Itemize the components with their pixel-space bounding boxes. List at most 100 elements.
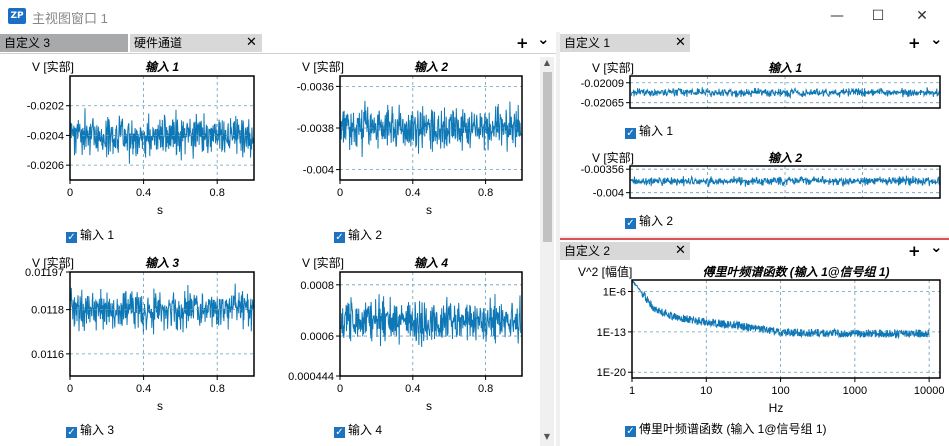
scroll-down-icon[interactable]: ▼ [540,432,554,444]
y-tick-label: -0.02009 [581,78,624,90]
x-tick-label: 0.4 [405,187,420,199]
checkbox-checked-icon[interactable]: ✓ [334,427,345,438]
tab-label: 自定义 1 [564,36,611,50]
x-tick-label: 0.8 [210,187,225,199]
checkbox-checked-icon[interactable]: ✓ [625,218,636,229]
x-tick-label: 0.8 [478,383,493,395]
chevron-down-icon[interactable]: ⌄ [930,30,943,48]
minimize-icon[interactable]: — [825,6,849,26]
y-axis-label: V^2 [幅值] [578,264,632,279]
tab-label: 自定义 2 [564,244,611,258]
x-tick-label: 100 [771,385,789,397]
chevron-down-icon[interactable]: ⌄ [930,238,943,256]
series-line [70,108,254,164]
y-tick-label: 0.0006 [300,331,334,343]
checkbox-checked-icon[interactable]: ✓ [66,427,77,438]
legend-input-4[interactable]: ✓ 输入 4 [334,421,382,438]
plot-title: 傅里叶频谱函数 (输入 1@信号组 1) [702,265,889,279]
x-tick-label: 0 [67,187,73,199]
x-tick-label: 0.4 [136,187,151,199]
x-tick-label: 0 [337,187,343,199]
x-tick-label: 0.8 [210,383,225,395]
plot-frame [69,271,255,377]
y-tick-label: -0.004 [593,188,624,200]
y-tick-label: 0.0008 [300,280,334,292]
right-top-plots-canvas: 输入 1V [实部]-0.02009-0.02065输入 2V [实部]-0.0… [581,60,941,200]
y-tick-label: 0.01197 [25,267,64,279]
checkbox-checked-icon[interactable]: ✓ [625,128,636,139]
legend-r-input-1[interactable]: ✓ 输入 1 [625,122,673,139]
app-logo-icon: ZP [8,8,26,24]
plot-title: 输入 4 [414,256,448,270]
tab-hardware-channel[interactable]: 硬件通道 [130,34,262,52]
y-axis-label: V [实部] [592,60,634,75]
series-line [340,100,522,158]
tab-close-icon[interactable]: ✕ [675,34,686,52]
y-tick-label: 0.0116 [31,349,64,361]
maximize-icon[interactable]: ☐ [866,6,890,26]
x-tick-label: 1 [629,385,635,397]
x-tick-label: 0.8 [478,187,493,199]
y-tick-label: -0.0204 [27,130,64,142]
checkbox-checked-icon[interactable]: ✓ [334,232,345,243]
add-tab-icon[interactable]: + [908,242,921,260]
x-tick-label: 0.4 [136,383,151,395]
legend-input-3[interactable]: ✓ 输入 3 [66,421,114,438]
y-tick-label: -0.02065 [581,98,624,110]
y-tick-label: -0.0036 [297,81,334,93]
y-tick-label: -0.0206 [27,160,64,172]
legend-fft[interactable]: ✓ 傅里叶频谱函数 (输入 1@信号组 1) [625,420,827,437]
legend-r-input-2[interactable]: ✓ 输入 2 [625,212,673,229]
window-titlebar: ZP 主视图窗口 1 — ☐ ✕ [0,0,949,32]
tab-close-icon[interactable]: ✕ [246,34,257,52]
legend-input-1[interactable]: ✓ 输入 1 [66,226,114,243]
x-tick-label: 0 [337,383,343,395]
x-tick-label: 0.4 [405,383,420,395]
y-tick-label: -0.00356 [581,164,624,176]
y-tick-label: 1E-20 [597,367,626,379]
checkbox-checked-icon[interactable]: ✓ [66,232,77,243]
close-icon[interactable]: ✕ [910,6,934,26]
y-tick-label: -0.0202 [27,101,64,113]
tab-label: 硬件通道 [134,36,183,50]
left-plots-canvas: 输入 1 V [实部] -0.0202 -0.0204 -0.0206 0 0.4 0.8 s 输… [25,59,523,413]
y-tick-label: -0.0038 [297,123,334,135]
tab-close-icon[interactable]: ✕ [675,242,686,260]
y-tick-label: -0.004 [303,165,334,177]
y-axis-label: V [实部] [592,150,634,165]
add-tab-icon[interactable]: + [908,34,921,52]
tab-custom-1[interactable]: 自定义 1 [560,34,690,52]
y-tick-label: 1E-6 [603,287,626,299]
x-axis-label: Hz [769,401,784,415]
fft-plot-canvas: 傅里叶频谱函数 (输入 1@信号组 1) V^2 [幅值] 1E-6 1E-13 1E-… [578,264,945,415]
plot-title: 输入 3 [145,256,179,270]
add-tab-icon[interactable]: + [516,34,529,52]
plot-title: 输入 2 [414,60,448,74]
x-axis-label: s [157,203,163,217]
y-tick-label: 0.0118 [31,305,64,317]
checkbox-checked-icon[interactable]: ✓ [625,426,636,437]
y-axis-label: V [实部] [302,255,344,270]
x-tick-label: 0 [67,383,73,395]
tab-custom-3[interactable]: 自定义 3 [0,34,128,52]
y-axis-label: V [实部] [32,59,74,74]
x-tick-label: 10000 [914,385,945,397]
plot-title: 输入 1 [145,60,179,74]
plot-frame [631,279,941,379]
x-tick-label: 10 [700,385,712,397]
plot-title: 输入 1 [768,61,802,75]
series-line [70,283,254,335]
legend-input-2[interactable]: ✓ 输入 2 [334,226,382,243]
y-tick-label: 0.000444 [288,371,334,383]
chevron-down-icon[interactable]: ⌄ [537,30,550,48]
right-top-tabbar: 自定义 1 ✕ + ⌄ [560,30,949,52]
x-tick-label: 1000 [843,385,867,397]
x-axis-label: s [426,399,432,413]
tab-custom-2[interactable]: 自定义 2 [560,242,690,260]
x-axis-label: s [426,203,432,217]
scroll-thumb[interactable] [543,72,552,242]
left-tabbar: 自定义 3 硬件通道 ✕ + ⌄ [0,30,556,52]
scroll-up-icon[interactable]: ▲ [540,58,554,70]
y-axis-label: V [实部] [302,59,344,74]
window-title: 主视图窗口 1 [32,11,108,26]
